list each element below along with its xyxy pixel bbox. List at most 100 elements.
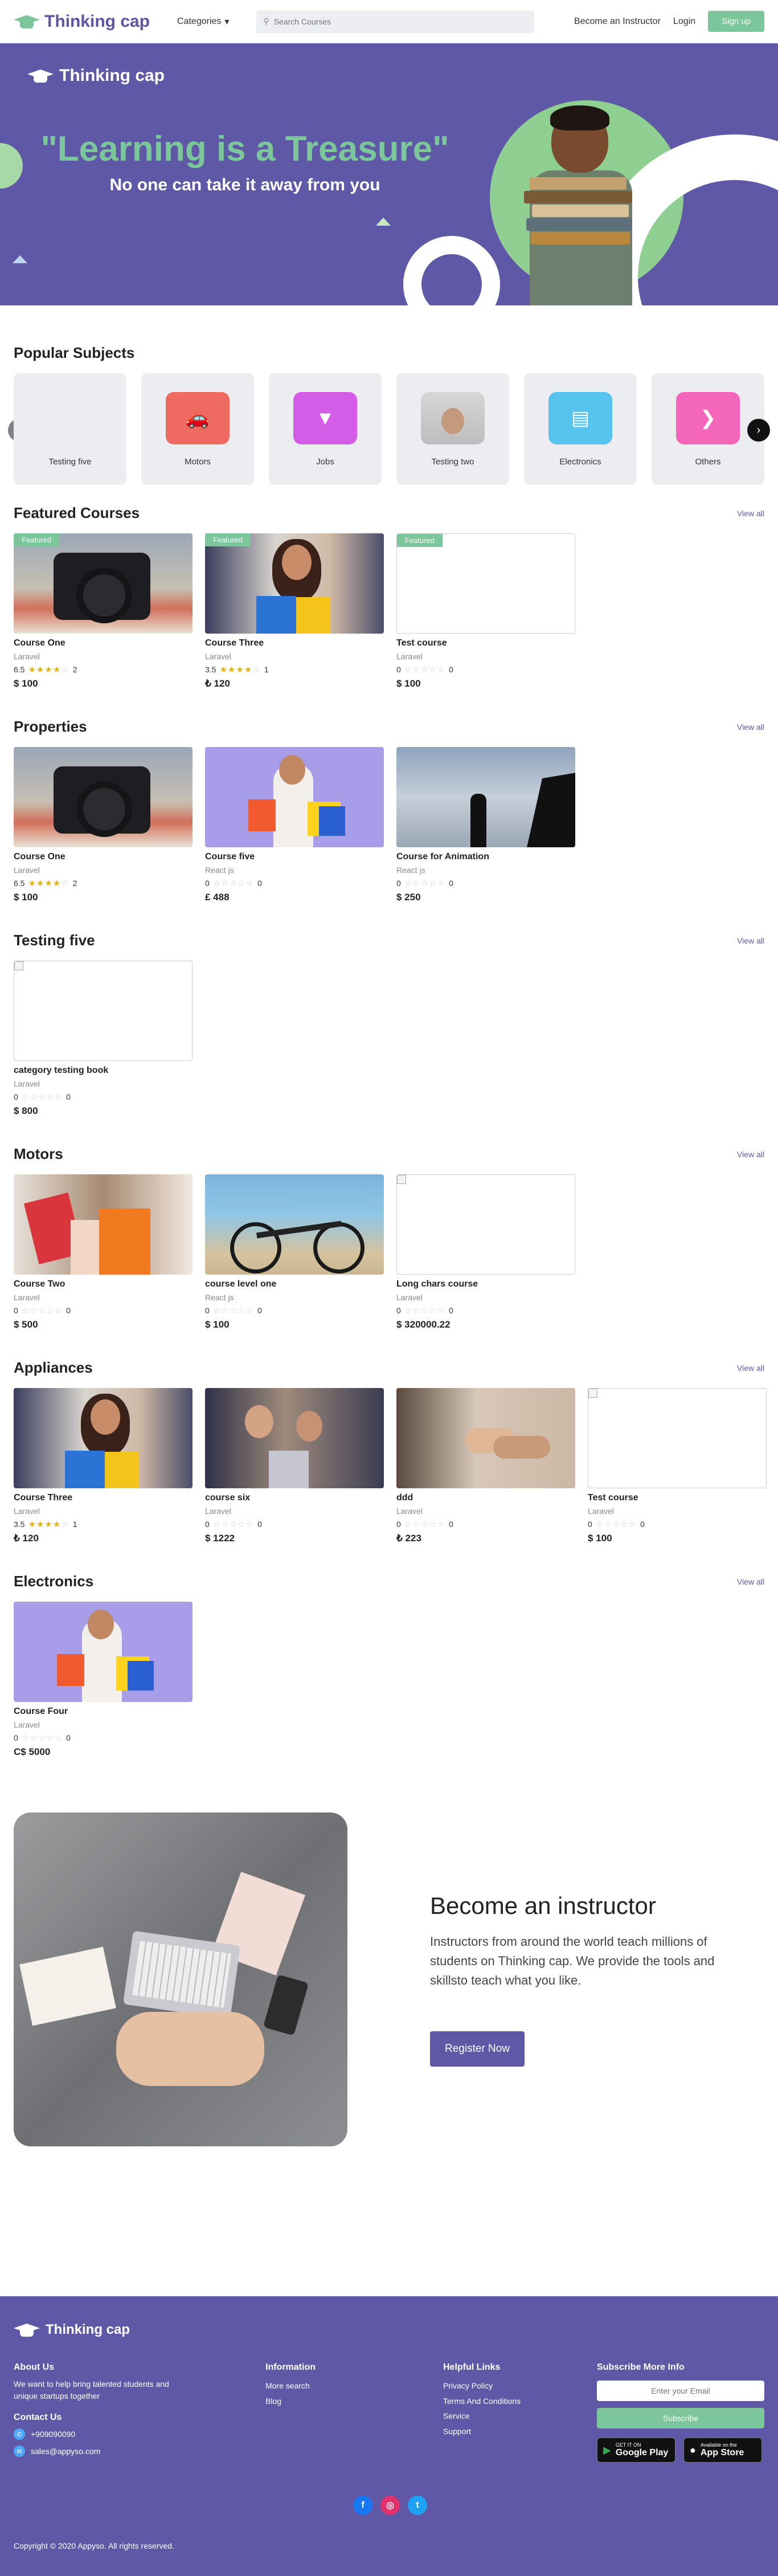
rating-value: 0 <box>205 1306 210 1315</box>
course-title[interactable]: Course five <box>205 852 384 862</box>
course-thumbnail[interactable]: Featured <box>396 533 575 634</box>
view-all-link[interactable]: View all <box>737 1577 764 1586</box>
course-card[interactable]: course level one React js 0 ☆☆☆☆☆ 0 $ 100 <box>205 1174 384 1330</box>
course-thumbnail[interactable]: Featured <box>14 533 193 634</box>
course-card[interactable]: Course Three Laravel 3.5 ★★★★☆ 1 ₺ 120 <box>14 1388 193 1544</box>
subscribe-button[interactable]: Subscribe <box>597 2408 764 2428</box>
course-card[interactable]: Featured Course One Laravel 6.5 ★★★★☆ 2 $ 100 <box>14 533 193 689</box>
chevron-right-icon: ❯ <box>676 392 740 444</box>
course-card[interactable]: Featured Course Three Laravel 3.5 ★★★★☆ 1 ₺ 12… <box>205 533 384 689</box>
app-store-badge[interactable]: ● Available on the App Store <box>683 2438 762 2463</box>
course-thumbnail[interactable] <box>14 961 193 1061</box>
course-thumbnail[interactable] <box>396 1388 575 1488</box>
course-thumbnail[interactable] <box>14 1388 193 1488</box>
footer-phone[interactable]: +909090090 <box>31 2430 75 2439</box>
car-icon: 🚗 <box>166 392 230 444</box>
phone-icon: ✆ <box>14 2428 25 2440</box>
course-title[interactable]: course six <box>205 1493 384 1503</box>
graduation-cap-icon <box>14 13 40 30</box>
course-thumbnail[interactable] <box>588 1388 767 1488</box>
course-thumbnail[interactable] <box>14 1602 193 1702</box>
footer-email[interactable]: sales@appyso.com <box>31 2447 100 2456</box>
become-instructor-link[interactable]: Become an Instructor <box>574 17 661 27</box>
course-title[interactable]: Long chars course <box>396 1279 575 1289</box>
course-thumbnail[interactable] <box>205 747 384 847</box>
course-title[interactable]: Course for Animation <box>396 852 575 862</box>
footer-link[interactable]: Privacy Policy <box>443 2378 521 2394</box>
course-rating: 6.5 ★★★★☆ 2 <box>14 664 193 675</box>
categories-dropdown[interactable]: Categories ▾ <box>177 16 229 27</box>
search-input[interactable] <box>273 17 528 26</box>
decor-triangle <box>376 218 391 226</box>
course-card[interactable]: Long chars course Laravel 0 ☆☆☆☆☆ 0 $ 320000.… <box>396 1174 575 1330</box>
course-author: Laravel <box>396 1507 423 1516</box>
footer-brand-text: Thinking cap <box>46 2322 130 2337</box>
course-thumbnail[interactable] <box>205 1388 384 1488</box>
course-card[interactable]: Featured Test course Laravel 0 ☆☆☆☆☆ 0 $ 100 <box>396 533 575 689</box>
course-card[interactable]: Course five React js 0 ☆☆☆☆☆ 0 £ 488 <box>205 747 384 903</box>
course-thumbnail[interactable] <box>396 747 575 847</box>
course-title[interactable]: Course One <box>14 638 193 648</box>
course-card[interactable]: category testing book Laravel 0 ☆☆☆☆☆ 0 $ 800 <box>14 961 193 1117</box>
course-card[interactable]: Course Two Laravel 0 ☆☆☆☆☆ 0 $ 500 <box>14 1174 193 1330</box>
view-all-link[interactable]: View all <box>737 722 764 732</box>
footer-link[interactable]: Support <box>443 2424 521 2439</box>
carousel-next-button[interactable]: › <box>747 419 770 442</box>
course-title[interactable]: Test course <box>588 1493 767 1503</box>
google-play-badge[interactable]: ▶ GET IT ON Google Play <box>597 2438 675 2463</box>
page: Thinking cap Categories ▾ ⚲ Become an In… <box>0 0 778 2576</box>
subject-card[interactable]: Testing two <box>396 373 509 485</box>
rating-value: 0 <box>205 1520 210 1529</box>
course-title[interactable]: Test course <box>396 638 575 648</box>
course-title[interactable]: category testing book <box>14 1065 193 1076</box>
graduation-cap-icon <box>14 2321 40 2338</box>
logo[interactable]: Thinking cap <box>14 12 150 31</box>
subject-card[interactable]: ▼ Jobs <box>269 373 382 485</box>
twitter-icon[interactable]: t <box>408 2496 427 2515</box>
course-thumbnail[interactable]: Featured <box>205 533 384 634</box>
course-price: $ 100 <box>14 678 38 689</box>
register-now-button[interactable]: Register Now <box>430 2031 525 2067</box>
course-rating: 0 ☆☆☆☆☆ 0 <box>396 664 575 675</box>
view-all-link[interactable]: View all <box>737 509 764 518</box>
course-thumbnail[interactable] <box>14 747 193 847</box>
footer-brand[interactable]: Thinking cap <box>14 2321 130 2338</box>
course-title[interactable]: Course Three <box>14 1493 193 1503</box>
course-title[interactable]: Course One <box>14 852 193 862</box>
subject-card[interactable]: Testing five <box>14 373 126 485</box>
course-card[interactable]: Test course Laravel 0 ☆☆☆☆☆ 0 $ 100 <box>588 1388 767 1544</box>
course-card[interactable]: Course Four Laravel 0 ☆☆☆☆☆ 0 C$ 5000 <box>14 1602 193 1758</box>
subject-card[interactable]: 🚗 Motors <box>141 373 254 485</box>
course-thumbnail[interactable] <box>205 1174 384 1275</box>
signup-button[interactable]: Sign up <box>708 11 764 32</box>
course-title[interactable]: Course Two <box>14 1279 193 1289</box>
course-thumbnail[interactable] <box>14 1174 193 1275</box>
course-card[interactable]: Course for Animation React js 0 ☆☆☆☆☆ 0 $ 250 <box>396 747 575 903</box>
course-title[interactable]: course level one <box>205 1279 384 1289</box>
subscribe-email-input[interactable] <box>597 2381 764 2401</box>
course-card[interactable]: Course One Laravel 6.5 ★★★★☆ 2 $ 100 <box>14 747 193 903</box>
view-all-link[interactable]: View all <box>737 1363 764 1373</box>
subject-label: Jobs <box>316 457 334 467</box>
course-title[interactable]: ddd <box>396 1493 575 1503</box>
rating-count: 0 <box>640 1520 645 1529</box>
course-card[interactable]: ddd Laravel 0 ☆☆☆☆☆ 0 ₺ 223 <box>396 1388 575 1544</box>
footer-link[interactable]: Blog <box>265 2394 316 2409</box>
rating-value: 0 <box>396 665 401 674</box>
view-all-link[interactable]: View all <box>737 1150 764 1159</box>
search-icon: ⚲ <box>263 17 269 26</box>
instagram-icon[interactable]: ◎ <box>380 2496 400 2515</box>
footer-link[interactable]: Service <box>443 2408 521 2424</box>
course-thumbnail[interactable] <box>396 1174 575 1275</box>
course-title[interactable]: Course Three <box>205 638 384 648</box>
facebook-icon[interactable]: f <box>353 2496 372 2515</box>
login-link[interactable]: Login <box>673 17 695 27</box>
footer-information: Information More search Blog <box>265 2362 316 2408</box>
footer-link[interactable]: More search <box>265 2378 316 2394</box>
footer-link[interactable]: Terms And Conditions <box>443 2394 521 2409</box>
course-card[interactable]: course six Laravel 0 ☆☆☆☆☆ 0 $ 1222 <box>205 1388 384 1544</box>
course-price: $ 1222 <box>205 1533 235 1544</box>
course-title[interactable]: Course Four <box>14 1707 193 1717</box>
subject-card[interactable]: ▤ Electronics <box>524 373 637 485</box>
view-all-link[interactable]: View all <box>737 936 764 945</box>
